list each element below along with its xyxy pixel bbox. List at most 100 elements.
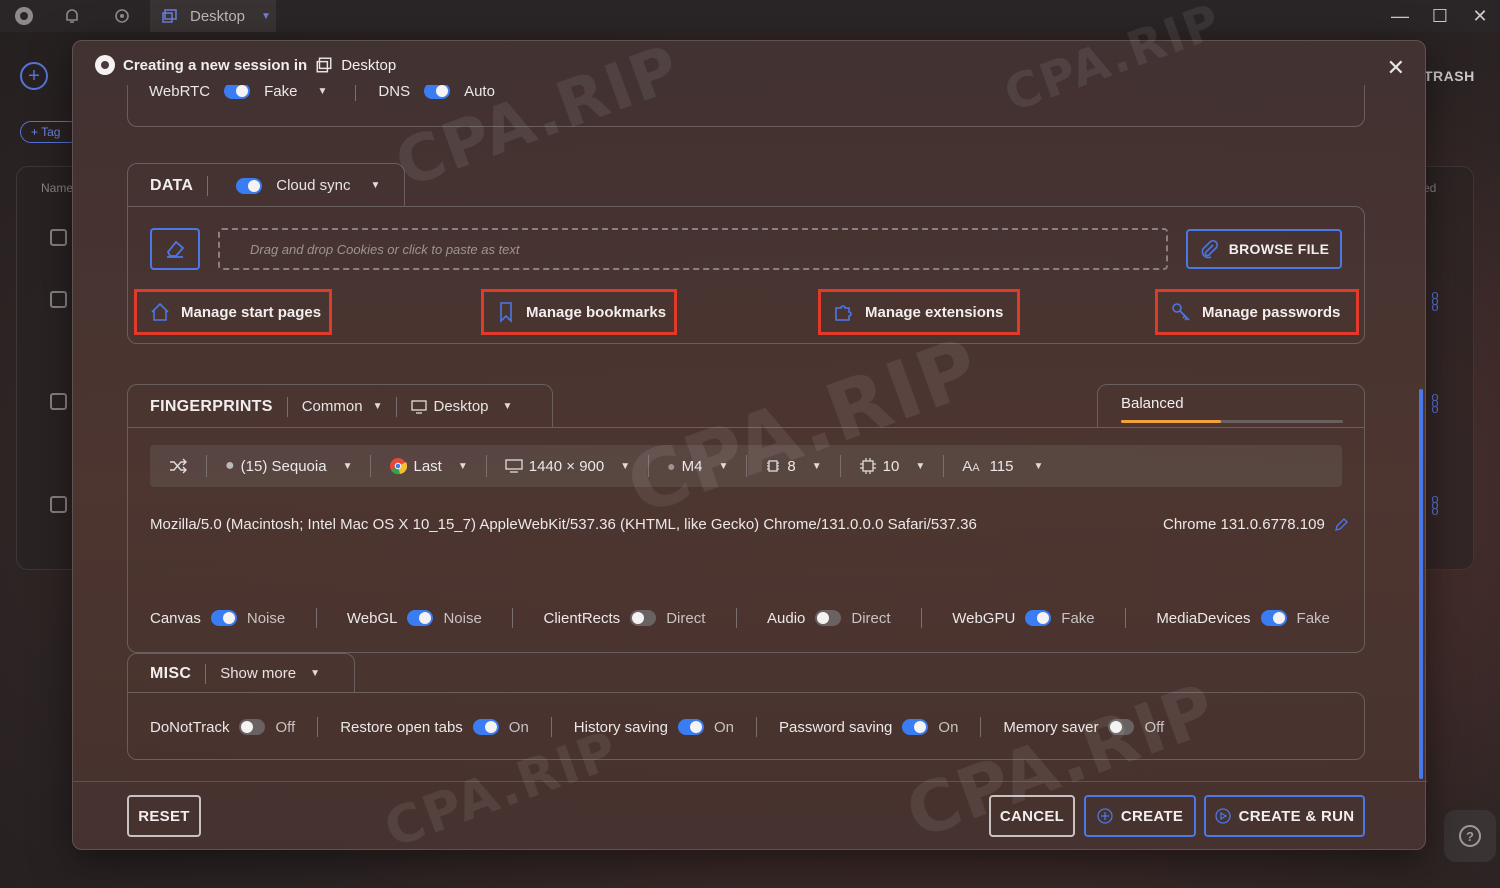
gear-icon[interactable]	[98, 0, 146, 32]
history-saving-toggle[interactable]	[678, 719, 704, 735]
row-checkbox[interactable]	[50, 496, 67, 513]
plus-circle-icon	[1097, 808, 1113, 824]
show-more-dropdown[interactable]: Show more ▼	[220, 665, 320, 682]
password-saving-group: Password saving On	[779, 719, 958, 736]
paperclip-icon	[1201, 239, 1218, 259]
webgl-toggle[interactable]	[407, 610, 434, 626]
browser-version-value: Chrome 131.0.6778.109	[1163, 516, 1325, 533]
manage-start-pages-label: Manage start pages	[181, 303, 322, 321]
eraser-icon	[166, 240, 185, 258]
modal-scroll-area[interactable]: WebRTC Fake ▼ DNS Auto DATA Cloud sync ▼…	[73, 85, 1427, 779]
separator	[756, 717, 758, 737]
webrtc-value[interactable]: Fake	[264, 85, 297, 100]
row-checkbox[interactable]	[50, 393, 67, 410]
webgpu-toggle[interactable]	[1025, 610, 1052, 626]
create-and-run-button[interactable]: CREATE & RUN	[1204, 795, 1365, 837]
separator	[735, 608, 737, 628]
create-button[interactable]: CREATE	[1084, 795, 1196, 837]
add-tag-button[interactable]: + Tag	[20, 121, 80, 143]
chevron-down-icon: ▼	[1033, 460, 1044, 472]
manage-extensions-button[interactable]: Manage extensions	[818, 289, 1020, 335]
memory-saver-label: Memory saver	[1003, 718, 1099, 736]
more-options-icon[interactable]: ooo	[1430, 288, 1440, 313]
row-checkbox[interactable]	[50, 229, 67, 246]
chevron-down-icon: ▼	[261, 10, 271, 22]
pencil-icon[interactable]	[1333, 517, 1349, 533]
modal-title: Creating a new session in	[123, 56, 308, 74]
minimize-button[interactable]: —	[1380, 0, 1420, 32]
canvas-toggle[interactable]	[210, 610, 237, 626]
profile-level-fill	[1121, 420, 1221, 423]
fingerprint-mode-dropdown[interactable]: Common ▼	[302, 398, 383, 415]
title-bar: Desktop ▼ — ☐ ✕	[0, 0, 1500, 32]
webrtc-toggle[interactable]	[224, 85, 251, 99]
modal-target: Desktop	[341, 56, 397, 74]
os-value: (15) Sequoia	[240, 457, 327, 475]
bell-icon[interactable]	[48, 0, 96, 32]
memory-dropdown[interactable]: 10 ▼	[841, 455, 945, 477]
more-options-icon[interactable]: ooo	[1430, 390, 1440, 415]
webgpu-label: WebGPU	[952, 609, 1016, 627]
mediadevices-label: MediaDevices	[1156, 609, 1251, 627]
play-circle-icon	[1214, 808, 1231, 824]
manage-start-pages-button[interactable]: Manage start pages	[134, 289, 332, 335]
help-button[interactable]: ?	[1444, 810, 1496, 862]
separator	[980, 717, 982, 737]
misc-toggles-row: DoNotTrack Off Restore open tabs On Hist…	[150, 717, 1164, 737]
fonts-dropdown[interactable]: AA 115 ▼	[944, 455, 1061, 477]
platform-dropdown[interactable]: Desktop ▼	[411, 398, 512, 415]
browser-dropdown[interactable]: Last ▼	[371, 455, 487, 477]
webgl-value: Noise	[443, 609, 482, 627]
history-saving-group: History saving On	[574, 719, 734, 736]
scrollbar[interactable]	[1419, 389, 1423, 779]
trash-label[interactable]: TRASH	[1424, 68, 1475, 84]
close-window-button[interactable]: ✕	[1460, 0, 1500, 32]
webgl-group: WebGL Noise	[347, 610, 482, 627]
new-session-button[interactable]: +	[20, 62, 48, 90]
cpu-model-value: M4	[681, 457, 703, 475]
reset-button[interactable]: RESET	[127, 795, 201, 837]
chevron-down-icon: ▼	[370, 180, 381, 191]
cookies-dropzone[interactable]: Drag and drop Cookies or click to paste …	[218, 228, 1168, 270]
randomize-button[interactable]	[150, 455, 207, 477]
dns-toggle[interactable]	[424, 85, 451, 99]
dns-value[interactable]: Auto	[464, 85, 495, 100]
password-saving-label: Password saving	[779, 718, 893, 736]
cloud-sync-toggle[interactable]	[236, 177, 263, 194]
audio-toggle[interactable]	[815, 610, 842, 626]
mediadevices-toggle[interactable]	[1260, 610, 1287, 626]
manage-bookmarks-button[interactable]: Manage bookmarks	[481, 289, 677, 335]
row-checkbox[interactable]	[50, 291, 67, 308]
user-agent-text[interactable]: Mozilla/5.0 (Macintosh; Intel Mac OS X 1…	[150, 516, 977, 533]
font-icon: AA	[962, 457, 980, 475]
history-saving-value: On	[714, 718, 735, 736]
cancel-button[interactable]: CANCEL	[989, 795, 1075, 837]
clear-cookies-button[interactable]	[150, 228, 200, 270]
maximize-button[interactable]: ☐	[1420, 0, 1460, 32]
tab-desktop[interactable]: Desktop ▼	[150, 0, 276, 32]
chevron-down-icon: ▼	[310, 668, 320, 679]
monitor-icon	[411, 399, 428, 414]
cloud-sync-label[interactable]: Cloud sync	[276, 177, 350, 194]
memory-saver-toggle[interactable]	[1108, 719, 1135, 735]
clientrects-toggle[interactable]	[630, 610, 657, 626]
cores-dropdown[interactable]: 8 ▼	[747, 455, 841, 477]
browse-file-button[interactable]: BROWSE FILE	[1186, 229, 1342, 269]
audio-group: Audio Direct	[767, 610, 891, 627]
dns-label: DNS	[378, 85, 411, 100]
close-modal-button[interactable]: ✕	[1387, 55, 1405, 81]
os-dropdown[interactable]: ● (15) Sequoia ▼	[207, 455, 372, 477]
donottrack-toggle[interactable]	[239, 719, 266, 735]
profile-level-track[interactable]	[1121, 420, 1343, 423]
fonts-value: 115	[989, 457, 1014, 475]
manage-passwords-button[interactable]: Manage passwords	[1155, 289, 1359, 335]
more-options-icon[interactable]: ooo	[1430, 492, 1440, 517]
restore-tabs-value: On	[508, 718, 529, 736]
app-logo-icon[interactable]	[0, 0, 48, 32]
restore-tabs-toggle[interactable]	[472, 719, 499, 735]
webgpu-value: Fake	[1061, 609, 1095, 627]
name-column-header: Name	[41, 181, 74, 195]
password-saving-toggle[interactable]	[902, 719, 929, 735]
cpu-model-dropdown[interactable]: ● M4 ▼	[649, 455, 748, 477]
resolution-dropdown[interactable]: 1440 × 900 ▼	[487, 455, 650, 477]
